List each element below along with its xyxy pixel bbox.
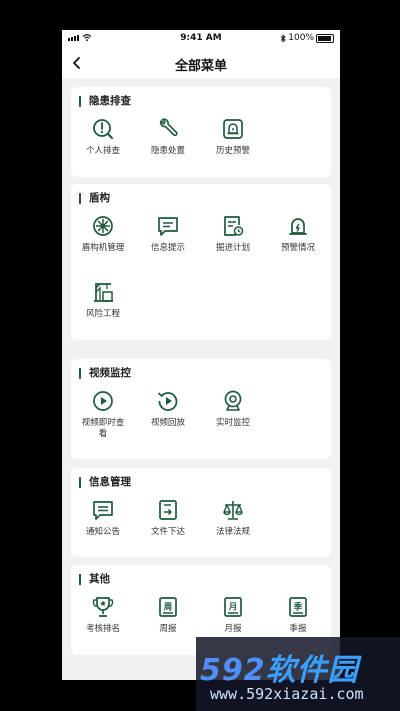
watermark-brand-number: 592 [200,653,266,688]
section-info-management: 信息管理 通知公告 文件下达 法律法规 [71,468,331,557]
section-hazard-check: 隐患排查 个人排查 隐患处置 历史预警 [71,87,331,177]
menu-item-label: 文件下达 [150,527,185,537]
section-title: 其他 [79,574,110,585]
section-title: 隐患排查 [79,96,131,107]
monthly-report-glyph: 月 [228,603,238,613]
menu-item-hazard-handling[interactable]: 隐患处置 [136,117,200,157]
menu-item-ranking[interactable]: 考核排名 [71,595,135,635]
menu-item-history-alert[interactable]: 历史预警 [201,117,265,157]
bluetooth-icon [280,33,286,43]
battery-percent: 100% [288,33,314,43]
menu-item-label: 通知公告 [85,527,120,537]
battery-icon [316,33,334,43]
scales-icon [223,501,243,520]
message-icon [158,217,178,236]
weekly-report-glyph: 周 [164,602,173,613]
file-send-icon [159,500,177,520]
section-title: 盾构 [79,193,110,204]
wrench-icon [159,118,178,137]
watermark-logo: 592软件园 [200,645,359,689]
quarterly-report-icon: 季 [289,597,307,617]
menu-item-label: 历史预警 [215,146,250,156]
section-video: 视频监控 视频即时查看 视频回放 实时监控 [71,359,331,459]
replay-icon [157,392,178,411]
weekly-report-icon: 周 [159,597,177,617]
menu-item-label: 掘进计划 [215,243,250,253]
alarm-icon [289,218,307,235]
notice-icon [93,501,113,520]
menu-item-label: 季报 [289,624,307,634]
menu-item-label: 考核排名 [85,624,120,634]
menu-item-laws[interactable]: 法律法规 [201,498,265,538]
menu-item-risk-project[interactable]: 风险工程 [71,280,135,320]
construction-crane-icon [94,283,113,302]
page-title: 全部菜单 [174,59,227,74]
menu-item-alert-status[interactable]: 预警情况 [266,214,330,254]
monthly-report-icon: 月 [224,597,242,617]
menu-item-label: 月报 [224,624,242,634]
trophy-icon [92,597,114,617]
menu-item-label: 预警情况 [280,243,315,253]
menu-item-monthly-report[interactable]: 月 月报 [201,595,265,635]
alarm-history-icon [223,119,243,139]
menu-item-label: 信息提示 [150,243,185,253]
menu-item-tunnel-plan[interactable]: 掘进计划 [201,214,265,254]
menu-item-live-video[interactable]: 视频即时查看 [71,389,135,440]
menu-item-realtime-monitor[interactable]: 实时监控 [201,389,265,429]
menu-item-label: 实时监控 [215,418,250,428]
quarterly-report-glyph: 季 [293,602,303,613]
menu-item-label: 个人排查 [85,146,120,156]
phone-screen: 9:41 AM 100% 全部菜单 隐患排查 个人排查 隐患处置 历史预警 盾构… [62,30,340,680]
camera-icon [224,390,242,411]
search-check-icon [93,119,113,139]
menu-item-label: 视频回放 [150,418,185,428]
site-watermark: 592软件园 www.592xiazai.com [196,637,400,711]
menu-item-personal-check[interactable]: 个人排查 [71,117,135,157]
menu-item-label: 隐患处置 [150,146,185,156]
status-bar: 9:41 AM 100% [62,30,340,48]
shield-machine-icon [93,216,113,236]
menu-item-label: 视频即时查看 [81,418,125,439]
play-icon [93,391,113,411]
watermark-brand-name: 软件园 [265,653,359,688]
menu-item-weekly-report[interactable]: 周 周报 [136,595,200,635]
menu-item-label: 周报 [159,624,177,634]
watermark-url: www.592xiazai.com [210,685,364,703]
nav-bar: 全部菜单 [62,48,340,78]
menu-item-shield-machine[interactable]: 盾构机管理 [71,214,135,254]
menu-item-video-playback[interactable]: 视频回放 [136,389,200,429]
section-title: 信息管理 [79,477,131,488]
menu-item-file-issue[interactable]: 文件下达 [136,498,200,538]
section-shield: 盾构 盾构机管理 信息提示 掘进计划 预警情况 风险工程 [71,184,331,340]
menu-item-label: 风险工程 [85,309,120,319]
menu-item-label: 法律法规 [215,527,250,537]
section-title: 视频监控 [79,368,131,379]
menu-item-notice[interactable]: 通知公告 [71,498,135,538]
menu-item-info-tips[interactable]: 信息提示 [136,214,200,254]
plan-document-icon [224,216,244,236]
menu-item-quarterly-report[interactable]: 季 季报 [266,595,330,635]
menu-item-label: 盾构机管理 [81,243,125,253]
